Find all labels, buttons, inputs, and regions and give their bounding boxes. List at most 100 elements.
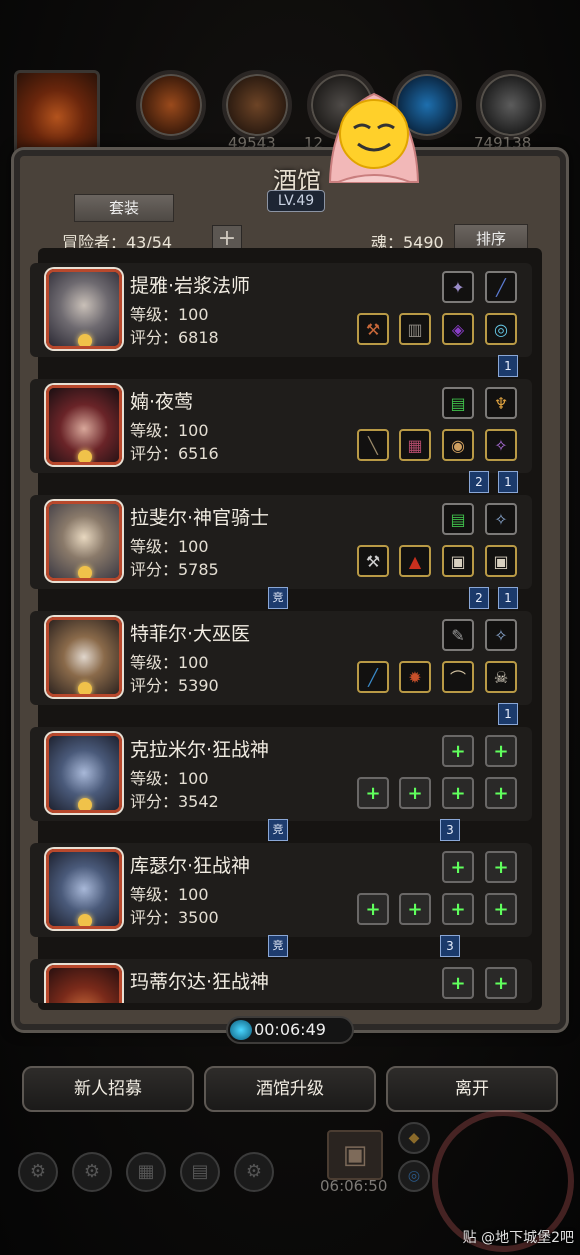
accessory-slot-icon[interactable]: ✦ <box>442 271 474 303</box>
hero-card[interactable]: 提雅·岩浆法师 等级：100 评分：6818 ✦ ╱ ⚒ ▥ ◈ ◎ <box>30 263 532 357</box>
empty-slot-plus-icon[interactable]: + <box>442 893 474 925</box>
empty-slot-plus-icon[interactable]: + <box>485 777 517 809</box>
recruit-button[interactable]: 新人招募 <box>22 1066 194 1112</box>
gift-timer: 06:06:50 <box>320 1177 388 1195</box>
moon-icon <box>78 682 92 694</box>
accessory-slot-icon[interactable]: ✧ <box>485 619 517 651</box>
gloves-slot-icon[interactable]: ◈ <box>442 313 474 345</box>
empty-slot-plus-icon[interactable]: + <box>442 777 474 809</box>
armor-slot-icon[interactable]: ▲ <box>399 545 431 577</box>
armor-slot-icon[interactable]: ✹ <box>399 661 431 693</box>
accessory-slot-icon[interactable]: ╱ <box>485 271 517 303</box>
hero-card[interactable]: 特菲尔·大巫医 等级：100 评分：5390 ✎ ✧ ╱ ✹ ⌒ ☠ <box>30 611 532 705</box>
team-ribbon: 3 <box>440 819 460 841</box>
map-icon[interactable]: ▦ <box>126 1152 166 1192</box>
empty-slot-plus-icon[interactable]: + <box>485 735 517 767</box>
hero-portrait <box>46 617 122 697</box>
ring-slot-icon[interactable]: ▣ <box>485 545 517 577</box>
hero-level: 等级：100 <box>130 421 209 440</box>
arena-ribbon: 竞 <box>268 587 288 609</box>
hero-name: 提雅·岩浆法师 <box>130 275 251 297</box>
book-icon[interactable]: ▤ <box>180 1152 220 1192</box>
hero-score: 评分：3542 <box>130 792 219 811</box>
empty-slot-plus-icon[interactable]: + <box>399 777 431 809</box>
tavern-level-badge: LV.49 <box>267 190 325 212</box>
resource-orb-5 <box>476 70 546 140</box>
timer-icon <box>230 1020 252 1040</box>
empty-slot-plus-icon[interactable]: + <box>485 851 517 883</box>
team-ribbon: 1 <box>498 703 518 725</box>
accessory-slot-icon[interactable]: ▤ <box>442 503 474 535</box>
hero-name: 克拉米尔·狂战神 <box>130 739 270 761</box>
weapon-slot-icon[interactable]: ⚒ <box>357 545 389 577</box>
hero-portrait <box>46 269 122 349</box>
moon-icon <box>78 334 92 346</box>
hero-score: 评分：6818 <box>130 328 219 347</box>
empty-slot-plus-icon[interactable]: + <box>442 735 474 767</box>
hero-portrait <box>46 733 122 813</box>
hero-portrait <box>46 501 122 581</box>
hero-card[interactable]: 玛蒂尔达·狂战神 + + <box>30 959 532 1003</box>
set-button[interactable]: 套装 <box>74 194 174 222</box>
hero-level: 等级：100 <box>130 885 209 904</box>
hero-name: 库瑟尔·狂战神 <box>130 855 251 877</box>
empty-slot-plus-icon[interactable]: + <box>399 893 431 925</box>
empty-slot-plus-icon[interactable]: + <box>442 851 474 883</box>
empty-slot-plus-icon[interactable]: + <box>357 777 389 809</box>
weapon-slot-icon[interactable]: ╲ <box>357 429 389 461</box>
hero-card[interactable]: 库瑟尔·狂战神 等级：100 评分：3500 + + + + + + <box>30 843 532 937</box>
gear-icon[interactable]: ⚙ <box>18 1152 58 1192</box>
weapon-slot-icon[interactable]: ⚒ <box>357 313 389 345</box>
tavern-upgrade-button[interactable]: 酒馆升级 <box>204 1066 376 1112</box>
hero-card[interactable]: 克拉米尔·狂战神 等级：100 评分：3542 + + + + + + <box>30 727 532 821</box>
hero-score: 评分：3500 <box>130 908 219 927</box>
globe-icon[interactable]: ◎ <box>398 1160 430 1192</box>
weapon-slot-icon[interactable]: ╱ <box>357 661 389 693</box>
moon-icon <box>78 914 92 926</box>
gloves-slot-icon[interactable]: ⌒ <box>442 661 474 693</box>
moon-icon <box>78 798 92 810</box>
gloves-slot-icon[interactable]: ◉ <box>442 429 474 461</box>
resource-bar: 49543 12 749138 <box>0 70 580 160</box>
hero-name: 拉斐尔·神官骑士 <box>130 507 270 529</box>
hero-level: 等级：100 <box>130 305 209 324</box>
leader-avatar[interactable] <box>14 70 100 156</box>
hero-score: 评分：5785 <box>130 560 219 579</box>
armor-slot-icon[interactable]: ▦ <box>399 429 431 461</box>
watermark-text: 贴 @地下城堡2吧 <box>462 1230 574 1246</box>
accessory-slot-icon[interactable]: ▤ <box>442 387 474 419</box>
empty-slot-plus-icon[interactable]: + <box>442 967 474 999</box>
hero-level: 等级：100 <box>130 537 209 556</box>
team-ribbon: 2 <box>469 471 489 493</box>
leave-button[interactable]: 离开 <box>386 1066 558 1112</box>
hero-name: 婻·夜莺 <box>130 391 194 413</box>
hero-card[interactable]: 拉斐尔·神官骑士 等级：100 评分：5785 ▤ ✧ ⚒ ▲ ▣ ▣ <box>30 495 532 589</box>
armor-slot-icon[interactable]: ▥ <box>399 313 431 345</box>
arena-ribbon: 竞 <box>268 935 288 957</box>
gift-box-icon[interactable]: ▣ <box>327 1130 383 1180</box>
ring-slot-icon[interactable]: ✧ <box>485 429 517 461</box>
empty-slot-plus-icon[interactable]: + <box>485 893 517 925</box>
arena-ribbon: 竞 <box>268 819 288 841</box>
team-ribbon: 1 <box>498 471 518 493</box>
accessory-slot-icon[interactable]: ✧ <box>485 503 517 535</box>
accessory-slot-icon[interactable]: ✎ <box>442 619 474 651</box>
gear-icon[interactable]: ⚙ <box>234 1152 274 1192</box>
empty-slot-plus-icon[interactable]: + <box>357 893 389 925</box>
accessory-slot-icon[interactable]: ♆ <box>485 387 517 419</box>
ring-slot-icon[interactable]: ☠ <box>485 661 517 693</box>
countdown-timer: 00:06:49 <box>226 1016 354 1044</box>
hero-portrait <box>46 849 122 929</box>
empty-slot-plus-icon[interactable]: + <box>485 967 517 999</box>
gloves-slot-icon[interactable]: ▣ <box>442 545 474 577</box>
settings-icon[interactable]: ⚙ <box>72 1152 112 1192</box>
hero-score: 评分：6516 <box>130 444 219 463</box>
hero-portrait <box>46 385 122 465</box>
shield-icon[interactable]: ◆ <box>398 1122 430 1154</box>
moon-icon <box>78 566 92 578</box>
hero-name: 玛蒂尔达·狂战神 <box>130 971 270 993</box>
emoji-sticker-icon <box>328 92 420 183</box>
hero-card[interactable]: 婻·夜莺 等级：100 评分：6516 ▤ ♆ ╲ ▦ ◉ ✧ <box>30 379 532 473</box>
ring-slot-icon[interactable]: ◎ <box>485 313 517 345</box>
resource-orb-2 <box>222 70 292 140</box>
